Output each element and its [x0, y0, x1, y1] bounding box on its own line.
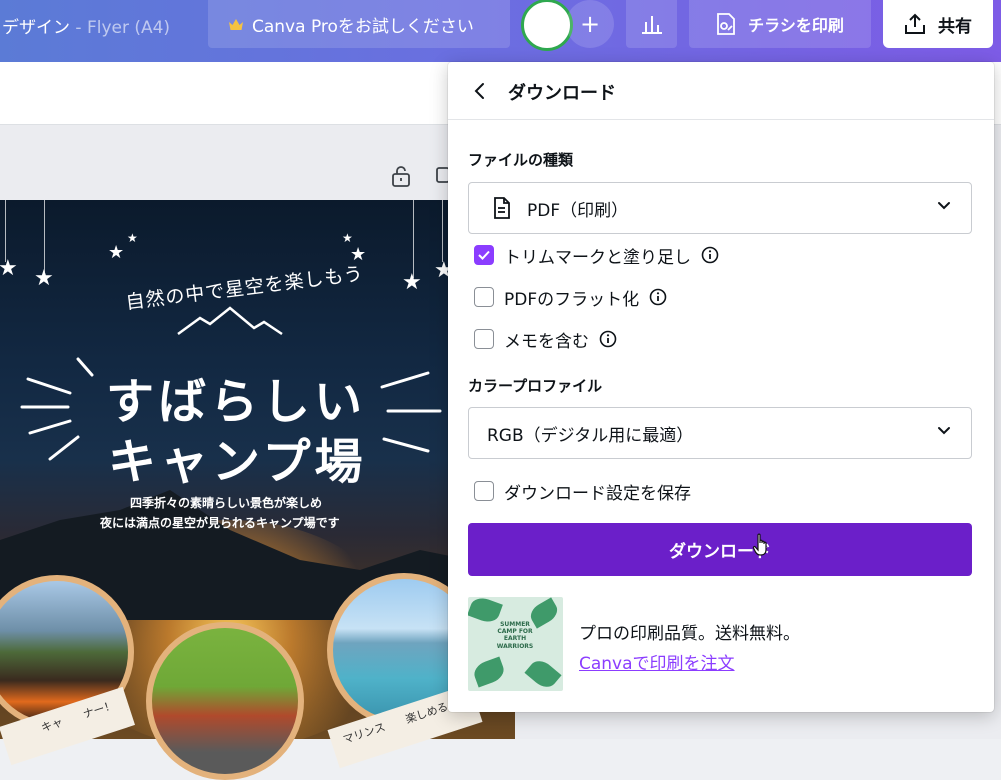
- thumbnail-title: SUMMER CAMP FOR EARTH WARRIORS: [496, 621, 534, 650]
- include-notes-option[interactable]: メモを含む: [474, 328, 617, 352]
- print-document-icon: [717, 13, 736, 35]
- insights-button[interactable]: [626, 0, 677, 48]
- document-icon: [494, 197, 510, 219]
- flyer-headline-2: キャンプ場: [108, 434, 367, 490]
- hand-cursor-icon: [752, 533, 767, 556]
- trim-marks-label: トリムマークと塗り足し: [504, 247, 691, 268]
- print-product-thumbnail[interactable]: SUMMER CAMP FOR EARTH WARRIORS: [468, 597, 563, 691]
- download-panel: ダウンロード ファイルの種類 PDF（印刷） トリムマークと塗り足し PDFのフ…: [448, 62, 994, 712]
- color-profile-select[interactable]: RGB（デジタル用に最適）: [468, 407, 972, 459]
- trim-marks-option[interactable]: トリムマークと塗り足し: [474, 244, 719, 268]
- chevron-down-icon: [938, 202, 950, 210]
- try-canva-pro-label: Canva Proをお試しください: [252, 16, 474, 37]
- info-icon[interactable]: [599, 330, 617, 348]
- panel-header: ダウンロード: [448, 62, 994, 120]
- print-promo-text: プロの印刷品質。送料無料。: [579, 624, 800, 644]
- file-type-value: PDF（印刷）: [527, 200, 629, 221]
- star-icon: ★: [127, 231, 138, 245]
- flyer-description-1: 四季折々の素晴らしい景色が楽しめ: [130, 496, 323, 510]
- unlock-icon[interactable]: [391, 165, 411, 187]
- sparkle-rays-left: [20, 357, 94, 461]
- flyer-description-2: 夜には満点の星空が見られるキャンプ場です: [100, 516, 340, 530]
- mountain-line-icon: [177, 306, 283, 336]
- plus-icon: +: [579, 10, 601, 38]
- trim-marks-checkbox[interactable]: [474, 245, 494, 265]
- star-icon: ★: [0, 256, 18, 281]
- file-type-select[interactable]: PDF（印刷）: [468, 182, 972, 234]
- flatten-pdf-checkbox[interactable]: [474, 287, 494, 307]
- print-flyer-label: チラシを印刷: [748, 16, 844, 35]
- try-canva-pro-button[interactable]: Canva Proをお試しください: [208, 0, 510, 48]
- star-icon: ★: [108, 242, 125, 263]
- panel-title: ダウンロード: [508, 83, 616, 104]
- order-print-link[interactable]: Canvaで印刷を注文: [579, 649, 735, 674]
- hanging-string: [442, 200, 443, 262]
- duplicate-icon[interactable]: [435, 166, 449, 186]
- info-icon[interactable]: [701, 246, 719, 264]
- sparkle-rays-right: [380, 371, 442, 453]
- add-people-button[interactable]: +: [566, 0, 614, 48]
- chevron-left-icon[interactable]: [472, 82, 488, 100]
- hanging-string: [44, 200, 45, 272]
- info-icon[interactable]: [649, 288, 667, 306]
- include-notes-checkbox[interactable]: [474, 329, 494, 349]
- flatten-pdf-label: PDFのフラット化: [504, 289, 640, 310]
- file-type-label: ファイルの種類: [468, 151, 574, 169]
- hanging-string: [5, 200, 6, 262]
- flatten-pdf-option[interactable]: PDFのフラット化: [474, 286, 667, 310]
- hanging-string: [413, 200, 414, 278]
- star-icon: ★: [34, 266, 54, 291]
- leaf-decoration: [524, 655, 562, 691]
- share-button[interactable]: 共有: [883, 0, 993, 48]
- bbq-photo[interactable]: [146, 622, 304, 780]
- top-bar: デザイン - Flyer (A4) Canva Proをお試しください + チラ…: [0, 0, 1001, 62]
- save-settings-label: ダウンロード設定を保存: [504, 483, 691, 504]
- download-button[interactable]: ダウンロード: [468, 523, 972, 576]
- include-notes-label: メモを含む: [504, 331, 589, 352]
- crown-icon: [229, 18, 243, 30]
- share-label: 共有: [938, 16, 972, 37]
- chevron-down-icon: [938, 427, 950, 435]
- document-title[interactable]: デザイン - Flyer (A4): [2, 13, 170, 38]
- print-flyer-button[interactable]: チラシを印刷: [689, 0, 871, 48]
- upload-share-icon: [905, 13, 925, 34]
- star-icon: ★: [402, 270, 422, 295]
- bar-chart-icon: [641, 16, 662, 34]
- star-icon: ★: [342, 231, 353, 245]
- color-profile-label: カラープロファイル: [468, 377, 603, 395]
- leaf-decoration: [471, 656, 507, 688]
- save-settings-checkbox[interactable]: [474, 481, 494, 501]
- color-profile-value: RGB（デジタル用に最適）: [487, 425, 694, 446]
- save-settings-option[interactable]: ダウンロード設定を保存: [474, 480, 691, 504]
